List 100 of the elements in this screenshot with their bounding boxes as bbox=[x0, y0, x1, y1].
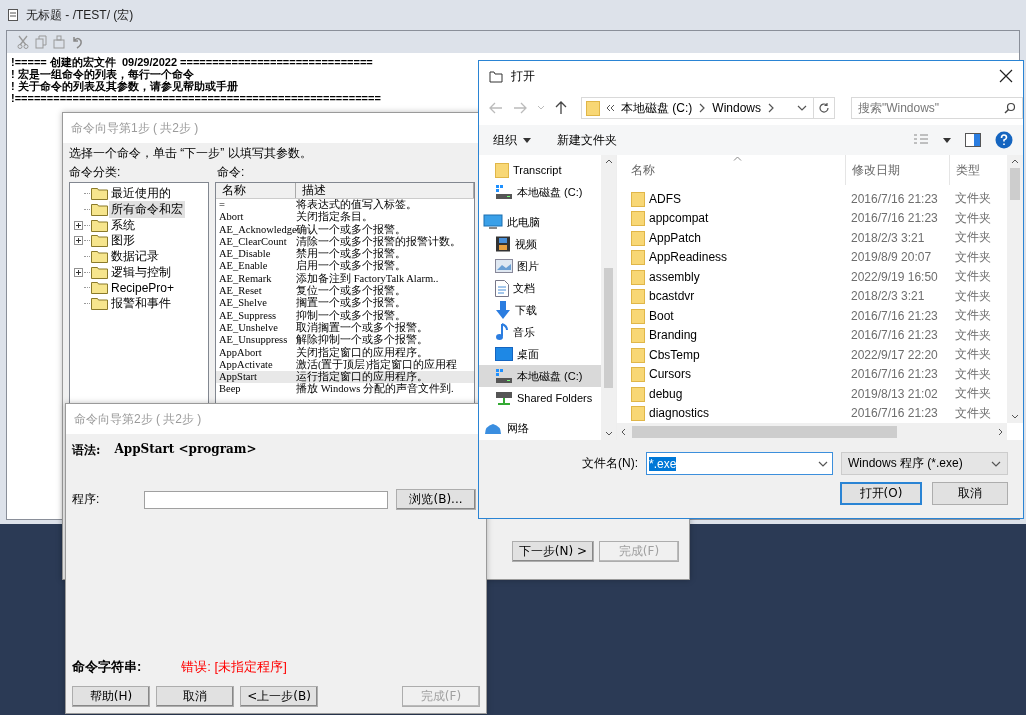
nav-item[interactable]: 音乐 bbox=[479, 321, 601, 343]
command-row[interactable]: AE_Acknowledge确认一个或多个报警。 bbox=[216, 223, 474, 236]
breadcrumb-item[interactable]: Windows bbox=[712, 101, 761, 115]
file-name-label: 文件名(N): bbox=[582, 455, 638, 472]
nav-item[interactable]: 图片 bbox=[479, 255, 601, 277]
tree-item[interactable]: 所有命令和宏 bbox=[109, 201, 185, 219]
tree-item[interactable]: 数据记录 bbox=[109, 248, 161, 266]
tree-item[interactable]: 最近使用的 bbox=[109, 185, 173, 203]
nav-item[interactable]: Transcript bbox=[479, 159, 601, 181]
expand-icon[interactable] bbox=[74, 236, 83, 246]
nav-item[interactable]: 本地磁盘 (C:) bbox=[479, 181, 601, 203]
file-name[interactable]: Branding bbox=[649, 328, 698, 343]
folder-icon bbox=[631, 405, 645, 422]
new-folder-button[interactable]: 新建文件夹 bbox=[557, 131, 617, 149]
nav-item[interactable]: 本地磁盘 (C:) bbox=[479, 365, 601, 387]
column-header[interactable]: 修改日期 bbox=[845, 155, 949, 185]
type-cell-text: 文件夹 bbox=[954, 268, 992, 286]
address-bar[interactable]: 本地磁盘 (C:) Windows bbox=[581, 97, 835, 119]
command-row[interactable]: AppStart 运行指定窗口的应用程序。 bbox=[216, 371, 474, 384]
command-row[interactable]: = 将表达式的值写入标签。 bbox=[216, 199, 474, 212]
file-type-dropdown[interactable]: Windows 程序 (*.exe) bbox=[841, 452, 1008, 475]
command-row[interactable]: AE_Reset 复位一个或多个报警。 bbox=[216, 285, 474, 298]
preview-pane-icon[interactable] bbox=[965, 133, 981, 147]
file-name[interactable]: AppPatch bbox=[649, 230, 702, 245]
file-name[interactable]: Boot bbox=[649, 308, 674, 323]
folder-icon bbox=[91, 218, 108, 232]
double-chevron-icon[interactable] bbox=[606, 104, 615, 112]
tree-item[interactable]: 逻辑与控制 bbox=[109, 263, 173, 281]
file-name[interactable]: AppReadiness bbox=[649, 250, 728, 265]
column-header[interactable]: 名称 bbox=[617, 161, 845, 179]
help-icon[interactable] bbox=[995, 131, 1013, 149]
scroll-up-icon[interactable] bbox=[1011, 159, 1019, 164]
command-row[interactable]: AE_Suppress 抑制一个或多个报警。 bbox=[216, 309, 474, 322]
file-name-field[interactable]: *.exe bbox=[646, 452, 833, 475]
tree-item[interactable]: 系统 bbox=[109, 216, 137, 234]
file-name[interactable]: ADFS bbox=[649, 191, 681, 206]
nav-item[interactable]: 网络 bbox=[479, 417, 601, 439]
file-name[interactable]: CbsTemp bbox=[649, 347, 700, 362]
command-row[interactable]: AE_Remark 添加备注到 FactoryTalk Alarm.. bbox=[216, 272, 474, 286]
dialog-button[interactable]: 取消 bbox=[932, 482, 1008, 505]
breadcrumb-item[interactable]: 本地磁盘 (C:) bbox=[621, 99, 693, 117]
scroll-up-icon[interactable] bbox=[604, 159, 613, 164]
file-name[interactable]: bcastdvr bbox=[649, 289, 695, 304]
scrollbar[interactable] bbox=[1007, 155, 1023, 423]
command-row[interactable]: AE_Unsuppress 解除抑制一个或多个报警。 bbox=[216, 334, 474, 347]
undo-icon[interactable] bbox=[71, 35, 83, 49]
file-name[interactable]: debug bbox=[649, 386, 683, 401]
command-row[interactable]: AE_Shelve 搁置一个或多个报警。 bbox=[216, 297, 474, 310]
scroll-down-icon[interactable] bbox=[604, 431, 613, 436]
wizard-button[interactable]: 帮助(H) bbox=[72, 686, 150, 707]
search-icon bbox=[1004, 102, 1016, 114]
file-name[interactable]: assembly bbox=[649, 269, 700, 284]
scroll-down-icon[interactable] bbox=[1011, 414, 1019, 419]
nav-item[interactable]: 桌面 bbox=[479, 343, 601, 365]
command-list[interactable] bbox=[215, 182, 475, 404]
expand-icon[interactable] bbox=[74, 220, 83, 230]
column-header[interactable]: 名称 bbox=[216, 183, 296, 198]
tree-item[interactable]: 报警和事件 bbox=[109, 295, 173, 313]
search-field[interactable]: 搜索"Windows" bbox=[850, 97, 1023, 119]
wizard-button[interactable]: 下一步(N) > bbox=[511, 541, 594, 562]
scrollbar[interactable] bbox=[601, 155, 616, 440]
nav-item[interactable]: 文档 bbox=[479, 277, 601, 299]
scroll-thumb[interactable] bbox=[1010, 168, 1020, 200]
tree-item[interactable]: 图形 bbox=[109, 232, 137, 250]
program-field[interactable] bbox=[144, 490, 388, 509]
file-name[interactable]: appcompat bbox=[649, 211, 709, 226]
command-row[interactable]: AE_Unshelve 取消搁置一个或多个报警。 bbox=[216, 321, 474, 335]
up-arrow-icon[interactable] bbox=[555, 101, 567, 115]
wizard-button[interactable]: <上一步(B) bbox=[240, 686, 318, 707]
browse-button[interactable]: 浏览(B)... bbox=[396, 489, 476, 510]
nav-item[interactable]: Shared Folders bbox=[479, 387, 601, 409]
category-tree[interactable]: 最近使用的 所有命令和宏 系统 图形 数据记录 逻辑与控制 RecipePro+ 报警和事件 bbox=[69, 182, 209, 404]
scroll-thumb[interactable] bbox=[632, 425, 897, 438]
folder-icon bbox=[631, 327, 645, 344]
nav-item[interactable]: 此电脑 bbox=[479, 211, 601, 233]
close-button[interactable] bbox=[999, 69, 1013, 83]
command-row[interactable]: Abort 关闭指定条目。 bbox=[216, 211, 474, 224]
expand-icon[interactable] bbox=[74, 267, 83, 277]
dropdown-arrow-icon[interactable] bbox=[943, 137, 951, 143]
nav-item[interactable]: 视频 bbox=[479, 233, 601, 255]
tree-item[interactable]: RecipePro+ bbox=[109, 280, 177, 295]
organize-button[interactable]: 组织 bbox=[493, 131, 531, 149]
command-row[interactable]: AE_Disable 禁用一个或多个报警。 bbox=[216, 248, 474, 261]
file-name[interactable]: Cursors bbox=[649, 367, 691, 382]
column-header[interactable]: 描述 bbox=[296, 183, 474, 198]
command-row[interactable]: AE_Enable 启用一个或多个报警。 bbox=[216, 260, 474, 273]
scroll-right-icon[interactable] bbox=[998, 427, 1003, 436]
wizard-button[interactable]: 取消 bbox=[156, 686, 234, 707]
scroll-left-icon[interactable] bbox=[621, 427, 626, 436]
scroll-thumb[interactable] bbox=[604, 267, 613, 388]
command-row[interactable]: AppActivate 激活(置于顶层)指定窗口的应用程 bbox=[216, 358, 474, 372]
file-name[interactable]: diagnostics bbox=[649, 406, 710, 421]
command-row[interactable]: AppAbort 关闭指定窗口的应用程序。 bbox=[216, 346, 474, 359]
command-row[interactable]: Beep 播放 Windows 分配的声音文件到. bbox=[216, 383, 474, 396]
command-row[interactable]: AE_ClearCount 清除一个或多个报警的报警计数。 bbox=[216, 235, 474, 249]
navigation-pane[interactable]: Transcript 本地磁盘 (C:) 此电脑 视频 图片 文档 下载 音乐 桌面 本地磁盘 (C:) Shared Folders 网络 bbox=[479, 155, 601, 440]
nav-item[interactable]: 下载 bbox=[479, 299, 601, 321]
scrollbar[interactable] bbox=[617, 423, 1007, 440]
dialog-button[interactable]: 打开(O) bbox=[840, 482, 922, 505]
folder-icon bbox=[631, 366, 645, 383]
